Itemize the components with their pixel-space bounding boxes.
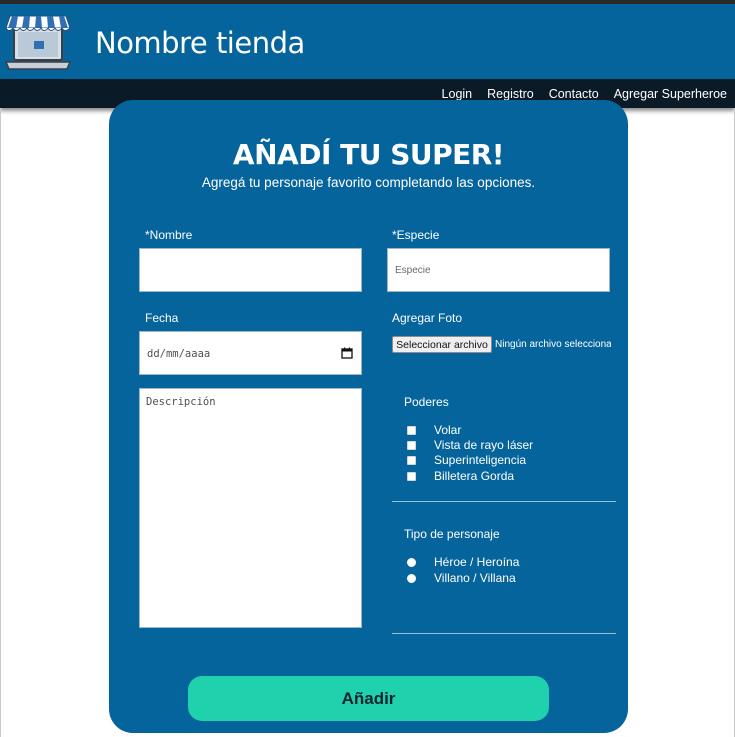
nav-login-link[interactable]: Login	[442, 87, 473, 101]
poder-label-superinteligencia: Superinteligencia	[434, 453, 527, 467]
form-title: AÑADÍ TU SUPER!	[232, 138, 505, 171]
tipo-option-villano[interactable]: Villano / Villana	[407, 571, 516, 585]
tipo-option-heroe[interactable]: Héroe / Heroína	[407, 555, 519, 569]
poder-checkbox-volar[interactable]	[407, 425, 416, 435]
tipo-radio-heroe[interactable]	[407, 557, 416, 567]
especie-label: *Especie	[392, 228, 440, 242]
poder-checkbox-billetera-gorda[interactable]	[407, 471, 416, 481]
poder-option-volar[interactable]: Volar	[407, 423, 461, 437]
fecha-label: Fecha	[145, 311, 179, 325]
nav-agregar-superheroe-link[interactable]: Agregar Superheroe	[614, 87, 727, 101]
storefront-logo-icon[interactable]	[4, 12, 72, 76]
poder-checkbox-vista-laser[interactable]	[407, 440, 416, 450]
poder-option-billetera-gorda[interactable]: Billetera Gorda	[407, 469, 514, 483]
tipo-personaje-label: Tipo de personaje	[404, 527, 500, 541]
poder-label-vista-laser: Vista de rayo láser	[434, 438, 534, 452]
agregar-foto-label: Agregar Foto	[392, 311, 463, 325]
poder-option-vista-laser[interactable]: Vista de rayo láser	[407, 438, 533, 452]
descripcion-textarea[interactable]: Descripción	[139, 388, 362, 628]
especie-input[interactable]: Especie	[387, 248, 610, 292]
file-status-text: Ningún archivo seleccionado	[495, 339, 611, 350]
section-divider	[392, 633, 616, 634]
anadir-submit-button[interactable]: Añadir	[188, 676, 549, 721]
poder-label-volar: Volar	[434, 423, 462, 437]
add-super-form-card: AÑADÍ TU SUPER! Agregá tu personaje favo…	[109, 100, 628, 733]
descripcion-placeholder: Descripción	[146, 396, 216, 408]
page-border-left	[0, 108, 1, 737]
especie-placeholder: Especie	[395, 265, 431, 276]
fecha-date-input[interactable]: dd/mm/aaaa	[139, 331, 362, 375]
poder-checkbox-superinteligencia[interactable]	[407, 455, 416, 465]
tipo-radio-villano[interactable]	[407, 573, 416, 583]
form-subtitle: Agregá tu personaje favorito completando…	[201, 175, 536, 190]
nombre-text-input[interactable]	[140, 249, 361, 291]
poder-label-billetera-gorda: Billetera Gorda	[434, 469, 515, 483]
nav-registro-link[interactable]: Registro	[487, 87, 534, 101]
store-name: Nombre tienda	[95, 26, 305, 60]
tipo-label-heroe: Héroe / Heroína	[434, 555, 520, 569]
nombre-input[interactable]	[139, 248, 362, 292]
nav-contacto-link[interactable]: Contacto	[549, 87, 599, 101]
poderes-label: Poderes	[404, 395, 449, 409]
calendar-icon[interactable]	[341, 347, 353, 359]
site-header: Nombre tienda	[0, 4, 735, 79]
tipo-label-villano: Villano / Villana	[434, 571, 516, 585]
file-select-button[interactable]: Seleccionar archivo	[392, 336, 492, 353]
fecha-placeholder: dd/mm/aaaa	[147, 348, 211, 360]
section-divider	[392, 501, 616, 502]
poder-option-superinteligencia[interactable]: Superinteligencia	[407, 453, 526, 467]
nombre-label: *Nombre	[145, 228, 193, 242]
